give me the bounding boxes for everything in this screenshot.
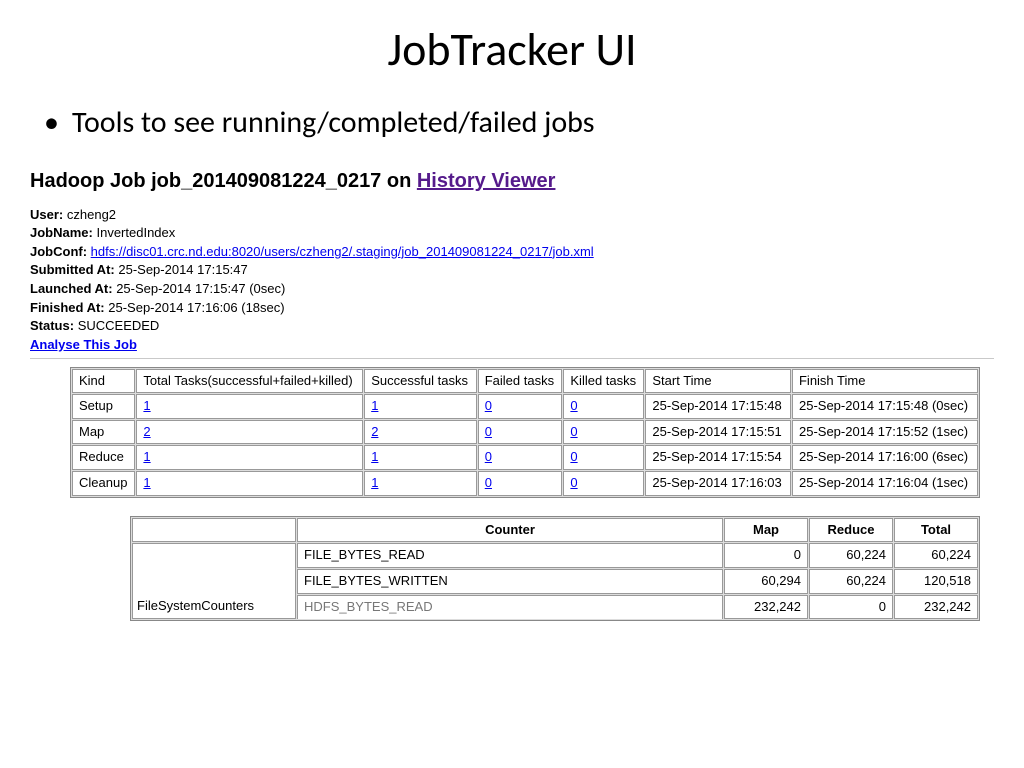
- finished-value: 25-Sep-2014 17:16:06 (18sec): [108, 300, 284, 315]
- col-kind: Kind: [72, 369, 135, 394]
- col-reduce: Reduce: [809, 518, 893, 543]
- cell-finish: 25-Sep-2014 17:16:04 (1sec): [792, 471, 978, 496]
- cell-kind: Map: [72, 420, 135, 445]
- meta-jobname: JobName: InvertedIndex: [30, 225, 994, 242]
- col-map: Map: [724, 518, 808, 543]
- cell-start: 25-Sep-2014 17:16:03: [645, 471, 791, 496]
- cell-finish: 25-Sep-2014 17:16:00 (6sec): [792, 445, 978, 470]
- counter-reduce: 0: [809, 595, 893, 620]
- cell-kind: Reduce: [72, 445, 135, 470]
- col-fail: Failed tasks: [478, 369, 563, 394]
- cell-fail-link[interactable]: 0: [485, 424, 492, 439]
- counter-total: 120,518: [894, 569, 978, 594]
- meta-finished: Finished At: 25-Sep-2014 17:16:06 (18sec…: [30, 300, 994, 317]
- cell-succ-link[interactable]: 1: [371, 398, 378, 413]
- cell-start: 25-Sep-2014 17:15:48: [645, 394, 791, 419]
- submitted-label: Submitted At:: [30, 262, 115, 277]
- jobname-label: JobName:: [30, 225, 93, 240]
- analyse-link[interactable]: Analyse This Job: [30, 337, 137, 352]
- counter-map: 0: [724, 543, 808, 568]
- counter-total: 232,242: [894, 595, 978, 620]
- finished-label: Finished At:: [30, 300, 105, 315]
- task-row: Reduce 1 1 0 0 25-Sep-2014 17:15:54 25-S…: [72, 445, 978, 470]
- col-start: Start Time: [645, 369, 791, 394]
- cell-fail-link[interactable]: 0: [485, 475, 492, 490]
- meta-submitted: Submitted At: 25-Sep-2014 17:15:47: [30, 262, 994, 279]
- counter-name: HDFS_BYTES_READ: [297, 595, 723, 620]
- history-viewer-link[interactable]: History Viewer: [417, 170, 556, 192]
- counter-reduce: 60,224: [809, 569, 893, 594]
- jobconf-label: JobConf:: [30, 244, 87, 259]
- user-value: czheng2: [67, 207, 116, 222]
- job-heading: Hadoop Job job_201409081224_0217 on Hist…: [30, 169, 994, 195]
- counter-total: 60,224: [894, 543, 978, 568]
- meta-jobconf: JobConf: hdfs://disc01.crc.nd.edu:8020/u…: [30, 244, 994, 261]
- user-label: User:: [30, 207, 63, 222]
- cell-kill-link[interactable]: 0: [570, 398, 577, 413]
- cell-total-link[interactable]: 1: [143, 398, 150, 413]
- cell-total-link[interactable]: 1: [143, 475, 150, 490]
- col-finish: Finish Time: [792, 369, 978, 394]
- status-value: SUCCEEDED: [78, 318, 160, 333]
- counter-reduce: 60,224: [809, 543, 893, 568]
- cell-succ-link[interactable]: 1: [371, 449, 378, 464]
- jobtracker-screenshot: Hadoop Job job_201409081224_0217 on Hist…: [30, 169, 994, 621]
- meta-user: User: czheng2: [30, 207, 994, 224]
- counter-row: FileSystemCounters FILE_BYTES_READ 0 60,…: [132, 543, 978, 568]
- slide-title: JobTracker UI: [0, 22, 1024, 78]
- launched-value: 25-Sep-2014 17:15:47 (0sec): [116, 281, 285, 296]
- counters-header-row: Counter Map Reduce Total: [132, 518, 978, 543]
- col-kill: Killed tasks: [563, 369, 644, 394]
- col-counter: Counter: [297, 518, 723, 543]
- separator: [30, 358, 994, 359]
- status-label: Status:: [30, 318, 74, 333]
- cell-fail-link[interactable]: 0: [485, 398, 492, 413]
- counter-name: FILE_BYTES_WRITTEN: [297, 569, 723, 594]
- meta-launched: Launched At: 25-Sep-2014 17:15:47 (0sec): [30, 281, 994, 298]
- tasks-header-row: Kind Total Tasks(successful+failed+kille…: [72, 369, 978, 394]
- cell-finish: 25-Sep-2014 17:15:48 (0sec): [792, 394, 978, 419]
- cell-succ-link[interactable]: 1: [371, 475, 378, 490]
- col-total: Total Tasks(successful+failed+killed): [136, 369, 363, 394]
- task-row: Setup 1 1 0 0 25-Sep-2014 17:15:48 25-Se…: [72, 394, 978, 419]
- cell-kill-link[interactable]: 0: [570, 475, 577, 490]
- cell-total-link[interactable]: 2: [143, 424, 150, 439]
- cell-kill-link[interactable]: 0: [570, 424, 577, 439]
- task-row: Cleanup 1 1 0 0 25-Sep-2014 17:16:03 25-…: [72, 471, 978, 496]
- cell-succ-link[interactable]: 2: [371, 424, 378, 439]
- col-group: [132, 518, 296, 543]
- cell-start: 25-Sep-2014 17:15:51: [645, 420, 791, 445]
- launched-label: Launched At:: [30, 281, 113, 296]
- counters-table: Counter Map Reduce Total FileSystemCount…: [130, 516, 980, 622]
- jobconf-link[interactable]: hdfs://disc01.crc.nd.edu:8020/users/czhe…: [91, 244, 594, 259]
- tasks-table: Kind Total Tasks(successful+failed+kille…: [70, 367, 980, 498]
- cell-kind: Setup: [72, 394, 135, 419]
- cell-fail-link[interactable]: 0: [485, 449, 492, 464]
- counter-map: 60,294: [724, 569, 808, 594]
- submitted-value: 25-Sep-2014 17:15:47: [118, 262, 247, 277]
- counter-group: FileSystemCounters: [132, 543, 296, 619]
- cell-kind: Cleanup: [72, 471, 135, 496]
- jobname-value: InvertedIndex: [96, 225, 175, 240]
- cell-kill-link[interactable]: 0: [570, 449, 577, 464]
- bullet-item: Tools to see running/completed/failed jo…: [72, 104, 1024, 141]
- meta-status: Status: SUCCEEDED: [30, 318, 994, 335]
- col-total: Total: [894, 518, 978, 543]
- job-heading-prefix: Hadoop Job job_201409081224_0217 on: [30, 170, 417, 192]
- counter-map: 232,242: [724, 595, 808, 620]
- col-succ: Successful tasks: [364, 369, 477, 394]
- task-row: Map 2 2 0 0 25-Sep-2014 17:15:51 25-Sep-…: [72, 420, 978, 445]
- cell-start: 25-Sep-2014 17:15:54: [645, 445, 791, 470]
- cell-finish: 25-Sep-2014 17:15:52 (1sec): [792, 420, 978, 445]
- counter-name: FILE_BYTES_READ: [297, 543, 723, 568]
- cell-total-link[interactable]: 1: [143, 449, 150, 464]
